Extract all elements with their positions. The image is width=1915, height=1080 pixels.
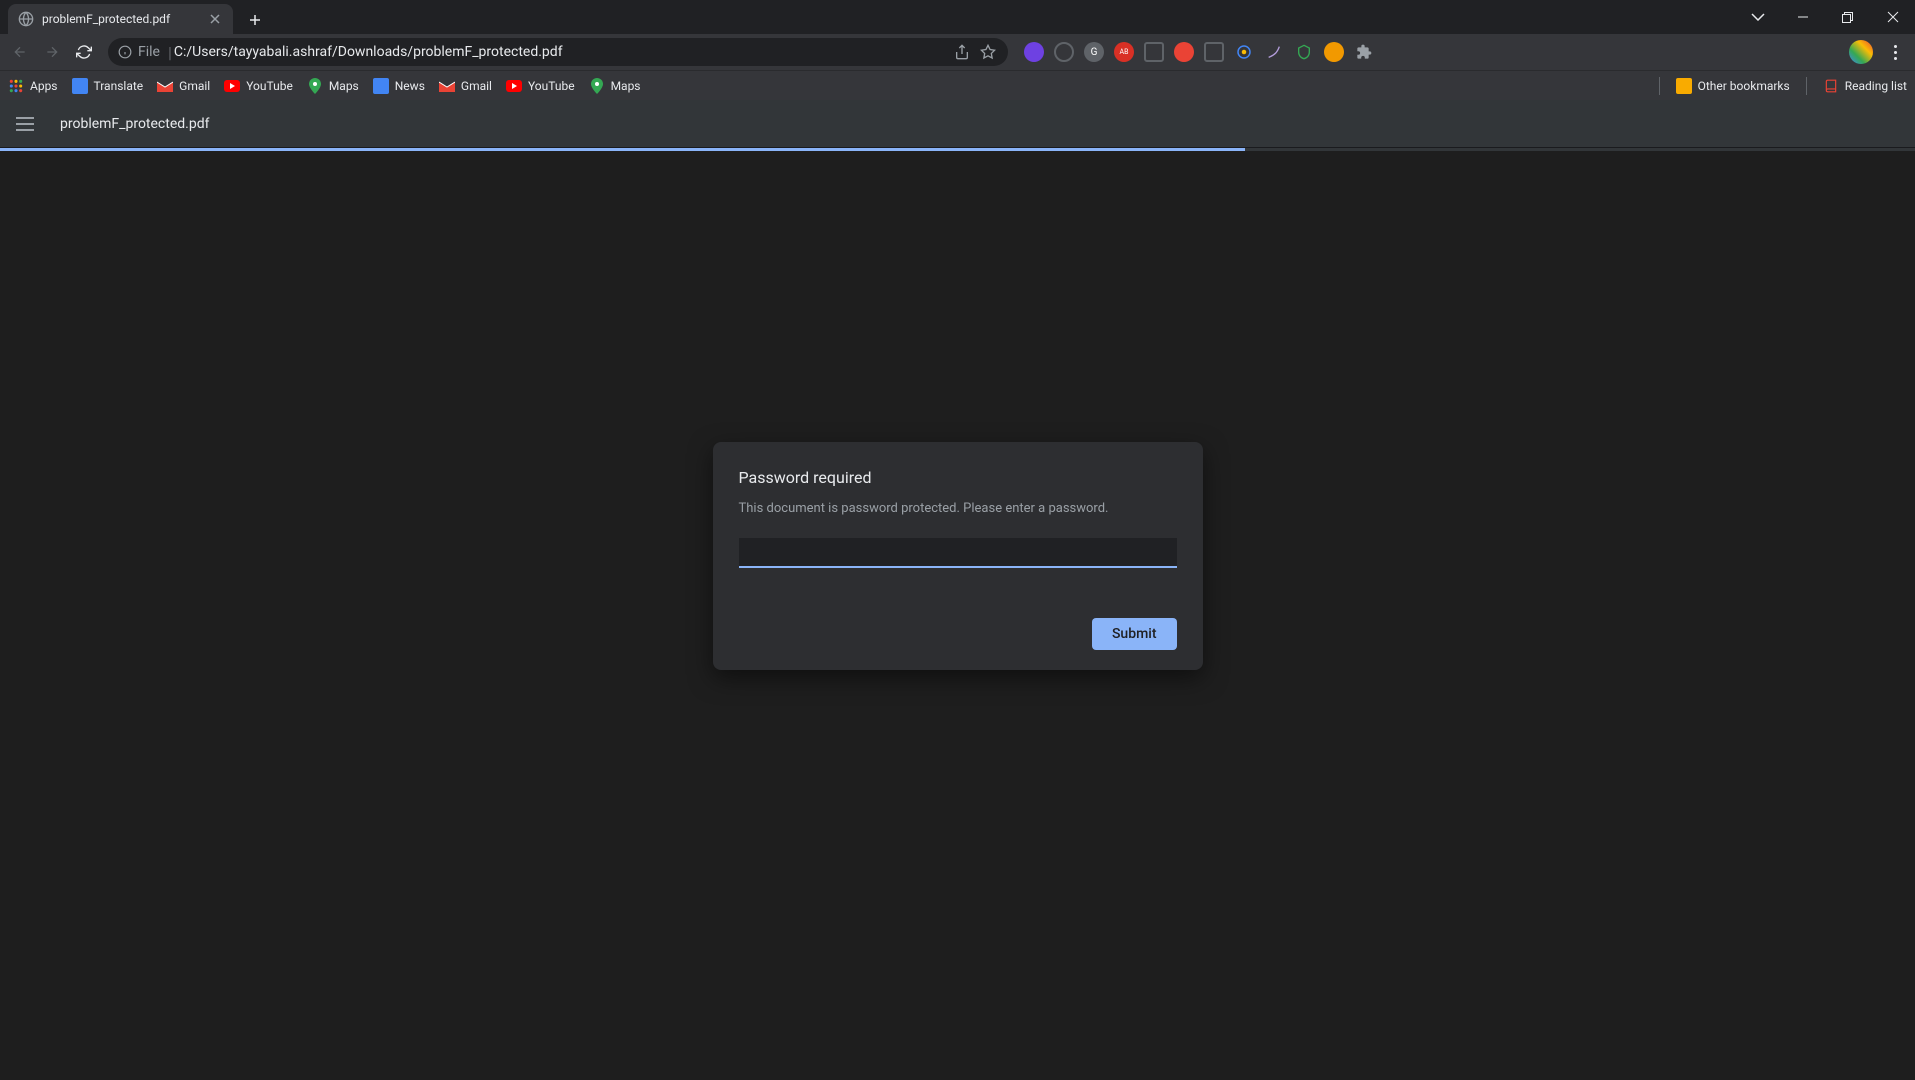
maps-icon [589, 78, 605, 94]
url-divider: | [168, 43, 172, 62]
bookmark-label: Translate [94, 79, 144, 93]
bookmark-item[interactable]: Maps [307, 78, 359, 94]
share-icon[interactable] [952, 42, 972, 62]
divider [1806, 77, 1807, 95]
extension-icon[interactable] [1294, 42, 1314, 62]
bookmark-item[interactable]: Maps [589, 78, 641, 94]
bookmark-label: YouTube [246, 79, 293, 93]
bookmark-label: Gmail [461, 79, 492, 93]
extension-icon[interactable] [1144, 42, 1164, 62]
bookmark-item[interactable]: YouTube [224, 78, 293, 94]
dialog-message: This document is password protected. Ple… [739, 501, 1177, 516]
bookmark-label: Maps [611, 79, 641, 93]
globe-icon [18, 11, 34, 27]
browser-tab[interactable]: problemF_protected.pdf [8, 4, 233, 34]
address-bar-row: File | C:/Users/tayyabali.ashraf/Downloa… [0, 34, 1915, 70]
bookmark-item[interactable]: YouTube [506, 78, 575, 94]
extension-icon[interactable] [1024, 42, 1044, 62]
url-scheme: File [138, 44, 160, 60]
password-dialog: Password required This document is passw… [713, 442, 1203, 670]
reading-list-button[interactable]: Reading list [1823, 78, 1907, 94]
bookmark-item[interactable]: Gmail [157, 78, 210, 94]
extension-icon[interactable] [1324, 42, 1344, 62]
bookmark-item[interactable]: Gmail [439, 78, 492, 94]
close-icon[interactable] [207, 11, 223, 27]
bookmarks-bar: Apps Translate Gmail YouTube Maps News G… [0, 70, 1915, 100]
bookmark-label: News [395, 79, 425, 93]
gmail-icon [439, 78, 455, 94]
folder-icon [1676, 78, 1692, 94]
minimize-button[interactable] [1780, 2, 1825, 32]
pdf-filename: problemF_protected.pdf [60, 116, 209, 132]
extension-icon[interactable] [1174, 42, 1194, 62]
bookmark-item[interactable]: Translate [72, 78, 144, 94]
back-button[interactable] [6, 38, 34, 66]
gmail-icon [157, 78, 173, 94]
maximize-button[interactable] [1825, 2, 1870, 32]
forward-button[interactable] [38, 38, 66, 66]
submit-button[interactable]: Submit [1092, 618, 1177, 650]
url-path: C:/Users/tayyabali.ashraf/Downloads/prob… [174, 44, 563, 60]
search-tabs-button[interactable] [1735, 2, 1780, 32]
reading-list-icon [1823, 78, 1839, 94]
maps-icon [307, 78, 323, 94]
extension-icon[interactable] [1204, 42, 1224, 62]
news-icon [373, 78, 389, 94]
extension-icon[interactable] [1234, 42, 1254, 62]
new-tab-button[interactable] [241, 6, 269, 34]
translate-icon [72, 78, 88, 94]
extension-icon[interactable]: AB [1114, 42, 1134, 62]
bookmark-label: Apps [30, 79, 58, 93]
apps-button[interactable]: Apps [8, 78, 58, 94]
site-info-icon[interactable] [118, 45, 132, 59]
reading-list-label: Reading list [1845, 79, 1907, 93]
reload-button[interactable] [70, 38, 98, 66]
hamburger-menu-button[interactable] [16, 112, 40, 136]
browser-titlebar: problemF_protected.pdf [0, 0, 1915, 34]
youtube-icon [506, 78, 522, 94]
chrome-menu-button[interactable] [1881, 45, 1909, 60]
other-bookmarks-label: Other bookmarks [1698, 79, 1790, 93]
bookmark-label: Gmail [179, 79, 210, 93]
profile-avatar[interactable] [1849, 40, 1873, 64]
pdf-viewer-content: Password required This document is passw… [0, 151, 1915, 1080]
pdf-viewer-toolbar: problemF_protected.pdf [0, 100, 1915, 148]
youtube-icon [224, 78, 240, 94]
bookmark-label: YouTube [528, 79, 575, 93]
extension-icon[interactable] [1054, 42, 1074, 62]
extension-icon[interactable] [1264, 42, 1284, 62]
extension-icons: G AB [1018, 42, 1380, 62]
tab-title: problemF_protected.pdf [42, 12, 199, 26]
divider [1659, 77, 1660, 95]
extension-icon[interactable]: G [1084, 42, 1104, 62]
close-window-button[interactable] [1870, 2, 1915, 32]
apps-grid-icon [8, 78, 24, 94]
password-input[interactable] [739, 538, 1177, 568]
other-bookmarks-button[interactable]: Other bookmarks [1676, 78, 1790, 94]
dialog-title: Password required [739, 468, 1177, 487]
address-bar[interactable]: File | C:/Users/tayyabali.ashraf/Downloa… [108, 38, 1008, 66]
extensions-button[interactable] [1354, 42, 1374, 62]
bookmark-star-icon[interactable] [978, 42, 998, 62]
bookmark-item[interactable]: News [373, 78, 425, 94]
bookmark-label: Maps [329, 79, 359, 93]
